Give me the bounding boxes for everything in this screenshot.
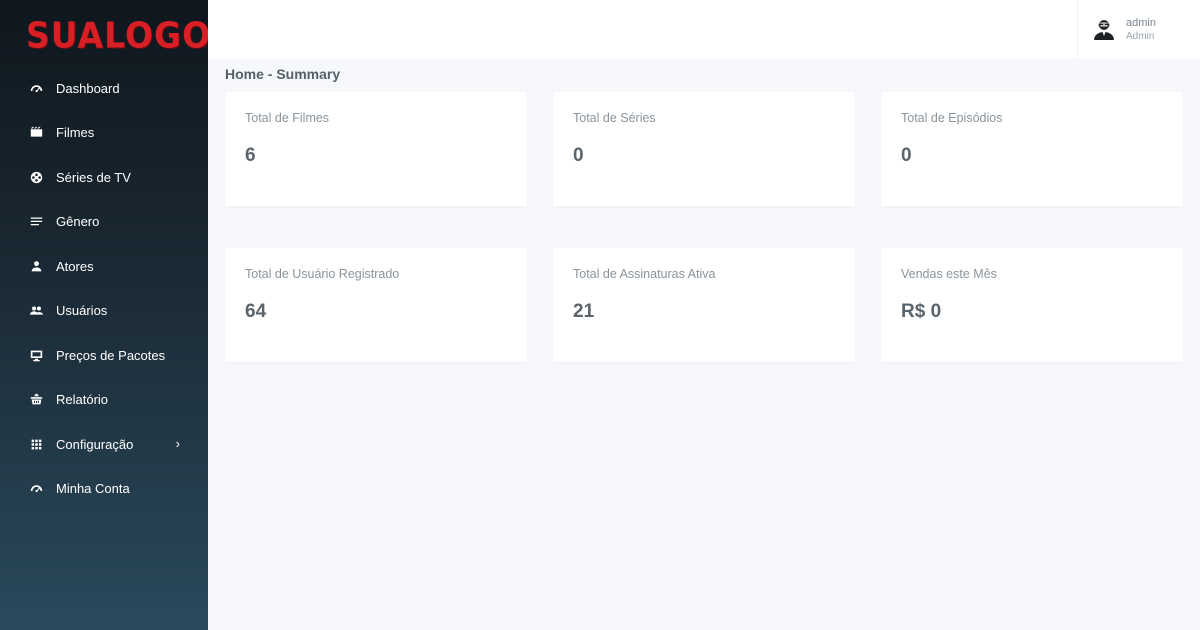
sidebar-item-label: Usuários (56, 303, 108, 319)
stat-card-total-usuarios: Total de Usuário Registrado 64 (225, 248, 527, 362)
monitor-icon (28, 347, 44, 363)
user-role: Admin (1126, 30, 1155, 42)
sidebar-item-label: Gênero (56, 214, 100, 230)
sidebar-item-label: Atores (56, 258, 94, 274)
stat-card-total-episodios: Total de Episódios 0 (881, 92, 1183, 206)
stat-card-vendas-mes: Vendas este Mês R$ 0 (881, 248, 1183, 362)
sidebar-item-label: Minha Conta (56, 481, 130, 497)
user-name: admin (1126, 16, 1156, 29)
stat-card-total-filmes: Total de Filmes 6 (225, 92, 527, 206)
stat-card-value: 0 (573, 145, 584, 166)
stat-card-label: Total de Assinaturas Ativa (573, 267, 716, 281)
stat-card-value: R$ 0 (901, 301, 942, 322)
sidebar-item-dashboard[interactable]: Dashboard (0, 66, 208, 111)
breadcrumb: Home - Summary (225, 66, 341, 82)
users-icon (28, 303, 44, 319)
speedometer-icon (28, 80, 44, 96)
sidebar-item-minha-conta[interactable]: Minha Conta (0, 467, 208, 512)
speedometer-icon (28, 481, 44, 497)
stat-card-value: 64 (245, 301, 267, 322)
sidebar-item-precos-de-pacotes[interactable]: Preços de Pacotes (0, 333, 208, 378)
stat-card-total-series: Total de Séries 0 (553, 92, 855, 206)
user-avatar-icon (1094, 20, 1114, 40)
grid-icon (28, 436, 44, 452)
list-icon (28, 214, 44, 230)
stat-card-value: 0 (901, 145, 912, 166)
sidebar-item-label: Filmes (56, 125, 95, 141)
sidebar-item-filmes[interactable]: Filmes (0, 111, 208, 156)
sidebar-nav: Dashboard Filmes Séries de TV Gênero Ato… (0, 66, 208, 511)
sidebar-item-label: Séries de TV (56, 169, 131, 185)
stat-card-value: 6 (245, 145, 256, 166)
sidebar-item-label: Preços de Pacotes (56, 347, 166, 363)
sidebar-item-label: Configuração (56, 436, 134, 452)
stat-card-label: Total de Episódios (901, 111, 1003, 125)
sidebar-item-genero[interactable]: Gênero (0, 200, 208, 245)
sidebar: SUALOGO Dashboard Filmes Séries de TV Gê… (0, 0, 210, 630)
top-bar: admin Admin (208, 0, 1200, 58)
stat-card-label: Total de Séries (573, 111, 656, 125)
sidebar-item-label: Dashboard (56, 80, 120, 96)
stat-card-total-assinaturas: Total de Assinaturas Ativa 21 (553, 248, 855, 362)
user-info: admin Admin (1126, 16, 1156, 43)
sidebar-item-relatorio[interactable]: Relatório (0, 378, 208, 423)
stat-card-label: Total de Filmes (245, 111, 330, 125)
stat-card-label: Vendas este Mês (901, 267, 997, 281)
sidebar-item-usuarios[interactable]: Usuários (0, 289, 208, 334)
chevron-right-icon[interactable]: › (176, 436, 180, 451)
stat-card-value: 21 (573, 301, 595, 322)
film-reel-icon (28, 169, 44, 185)
stat-card-label: Total de Usuário Registrado (245, 267, 400, 281)
basket-icon (28, 392, 44, 408)
sidebar-item-atores[interactable]: Atores (0, 244, 208, 289)
sidebar-item-series-de-tv[interactable]: Séries de TV (0, 155, 208, 200)
sidebar-item-configuracao[interactable]: Configuração › (0, 422, 208, 467)
user-menu[interactable]: admin Admin (1077, 0, 1175, 58)
brand-logo[interactable]: SUALOGO (26, 14, 210, 57)
sidebar-item-label: Relatório (56, 392, 109, 408)
movie-icon (28, 125, 44, 141)
person-icon (28, 258, 44, 274)
